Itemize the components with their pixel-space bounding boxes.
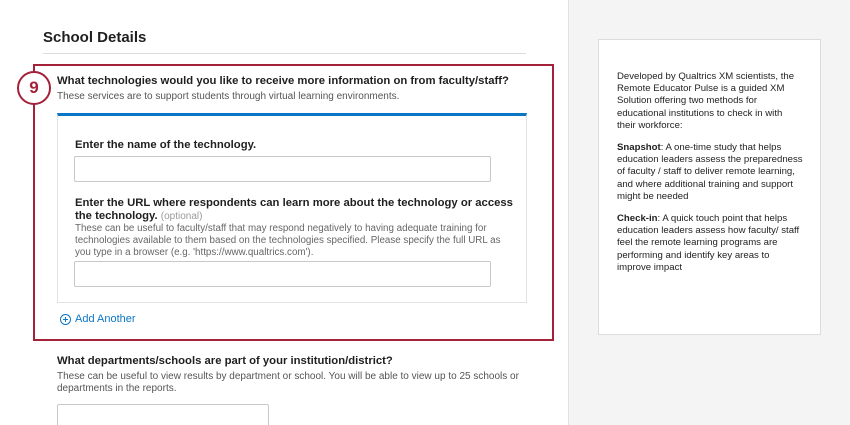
question-title: What technologies would you like to rece… <box>57 75 509 87</box>
tech-name-label: Enter the name of the technology. <box>75 139 257 151</box>
departments-input[interactable] <box>57 404 269 425</box>
section-divider <box>43 53 526 54</box>
departments-question-subtitle: These can be useful to view results by d… <box>57 371 519 394</box>
checkin-title: Check-in <box>617 213 658 225</box>
info-intro: Developed by Qualtrics XM scientists, th… <box>617 71 795 131</box>
tech-url-label: Enter the URL where respondents can lear… <box>75 197 515 223</box>
optional-tag: (optional) <box>160 211 203 222</box>
step-badge: 9 <box>17 71 51 105</box>
plus-circle-icon <box>60 313 71 325</box>
question-subtitle: These services are to support students t… <box>57 91 400 102</box>
info-checkin: Check-in: A quick touch point that helps… <box>617 213 803 274</box>
tech-url-input[interactable] <box>74 261 491 287</box>
tech-url-help: These can be useful to faculty/staff tha… <box>75 223 501 258</box>
tech-url-label-text: Enter the URL where respondents can lear… <box>75 197 513 222</box>
snapshot-title: Snapshot <box>617 142 661 154</box>
main-panel: School Details 9 What technologies would… <box>0 0 568 425</box>
technology-entry-card: Enter the name of the technology. Enter … <box>57 113 527 303</box>
add-another-label: Add Another <box>75 313 136 325</box>
tech-name-input[interactable] <box>74 156 491 182</box>
departments-question-title: What departments/schools are part of you… <box>57 355 393 367</box>
info-card: Developed by Qualtrics XM scientists, th… <box>598 39 821 335</box>
add-another-button[interactable]: Add Another <box>60 313 136 325</box>
section-title: School Details <box>43 29 147 46</box>
info-snapshot: Snapshot: A one-time study that helps ed… <box>617 142 803 203</box>
